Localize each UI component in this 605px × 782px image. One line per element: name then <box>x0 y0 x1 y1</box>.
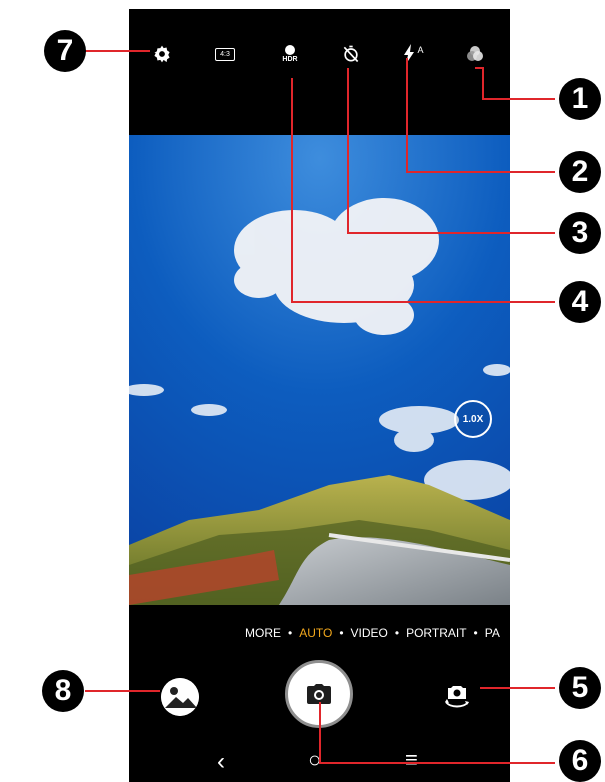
camera-app-screen: 4:3 HDR A 1.0X MORE • AUTO • VIDEO • POR… <box>129 9 510 782</box>
callout-badge-8: 8 <box>42 670 84 712</box>
shutter-button[interactable] <box>285 660 353 728</box>
callout-badge-2: 2 <box>559 151 601 193</box>
mode-more[interactable]: MORE <box>245 626 281 640</box>
nav-recents-button[interactable]: ≡ <box>405 748 418 772</box>
viewfinder[interactable] <box>129 135 510 605</box>
aspect-ratio-label: 4:3 <box>215 47 235 61</box>
gear-icon[interactable] <box>149 41 175 67</box>
mode-auto[interactable]: AUTO <box>299 626 332 640</box>
hdr-icon[interactable]: HDR <box>277 41 303 67</box>
mode-video[interactable]: VIDEO <box>351 626 388 640</box>
mode-separator: • <box>394 626 400 640</box>
gallery-icon <box>161 678 199 716</box>
mode-separator: • <box>473 626 478 640</box>
camera-top-bar: 4:3 HDR A <box>129 9 510 99</box>
mode-portrait[interactable]: PORTRAIT <box>406 626 466 640</box>
callout-badge-4: 4 <box>559 281 601 323</box>
switch-camera-button[interactable] <box>442 682 472 712</box>
callout-badge-1: 1 <box>559 78 601 120</box>
switch-camera-icon <box>445 686 469 708</box>
timer-icon[interactable] <box>338 41 364 67</box>
hdr-label: HDR <box>282 56 298 63</box>
camera-icon <box>307 684 331 704</box>
gallery-thumbnail-button[interactable] <box>161 678 199 716</box>
filter-icon[interactable] <box>462 41 488 67</box>
system-nav-bar: ‹ ○ ≡ <box>129 744 510 782</box>
zoom-button[interactable]: 1.0X <box>454 400 492 438</box>
mode-separator: • <box>339 626 344 640</box>
mode-separator: • <box>288 626 293 640</box>
callout-badge-3: 3 <box>559 212 601 254</box>
nav-back-button[interactable]: ‹ <box>217 750 225 774</box>
callout-badge-5: 5 <box>559 667 601 709</box>
callout-badge-6: 6 <box>559 740 601 782</box>
flash-mode-label: A <box>417 45 424 55</box>
mode-selector: MORE • AUTO • VIDEO • PORTRAIT • PA <box>245 626 500 640</box>
callout-badge-7: 7 <box>44 30 86 72</box>
viewfinder-scene <box>129 135 510 605</box>
aspect-ratio-icon[interactable]: 4:3 <box>212 41 238 67</box>
mode-partial[interactable]: PA <box>485 626 500 640</box>
flash-auto-icon[interactable]: A <box>400 41 426 67</box>
nav-home-button[interactable]: ○ <box>308 748 321 772</box>
